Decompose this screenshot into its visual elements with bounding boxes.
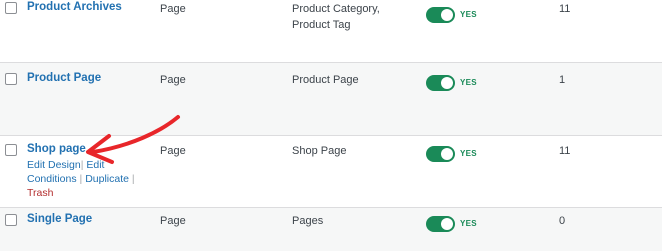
row-checkbox[interactable] (5, 144, 17, 156)
edit-design-link[interactable]: Edit Design (27, 159, 81, 171)
status-label: YES (460, 149, 477, 158)
table-row: Shop page Edit Design| Edit Conditions |… (0, 136, 662, 208)
table-row: Single Page Page Pages YES 0 (0, 208, 662, 251)
row-actions: Edit Design| Edit Conditions | Duplicate… (27, 158, 152, 200)
status-toggle[interactable] (426, 75, 455, 91)
conditions-cell: Product Page (292, 74, 359, 86)
type-cell: Page (160, 74, 186, 86)
status-toggle[interactable] (426, 146, 455, 162)
type-cell: Page (160, 3, 186, 15)
edit-conditions-link-part2[interactable]: Conditions (27, 173, 77, 185)
conditions-cell-line2: Product Tag (292, 19, 351, 31)
row-checkbox[interactable] (5, 214, 17, 226)
table-row: Product Archives Page Product Category, … (0, 0, 662, 63)
edit-conditions-link-part1[interactable]: Edit (86, 159, 104, 171)
status-label: YES (460, 219, 477, 228)
conditions-cell: Shop Page (292, 145, 347, 157)
table-row: Product Page Page Product Page YES 1 (0, 63, 662, 136)
trash-link[interactable]: Trash (27, 187, 53, 199)
template-title-link[interactable]: Product Page (27, 72, 101, 84)
template-title-link[interactable]: Product Archives (27, 1, 122, 13)
status-toggle[interactable] (426, 7, 455, 23)
type-cell: Page (160, 145, 186, 157)
row-checkbox[interactable] (5, 2, 17, 14)
conditions-cell: Pages (292, 215, 324, 227)
templates-table: Product Archives Page Product Category, … (0, 0, 662, 251)
duplicate-link[interactable]: Duplicate (85, 173, 129, 185)
count-cell: 11 (559, 145, 571, 157)
row-checkbox[interactable] (5, 73, 17, 85)
count-cell: 1 (559, 74, 566, 86)
template-title-link[interactable]: Shop page (27, 143, 86, 155)
template-title-link[interactable]: Single Page (27, 213, 92, 225)
type-cell: Page (160, 215, 186, 227)
separator: | (131, 173, 135, 185)
separator: | (80, 159, 84, 171)
count-cell: 0 (559, 215, 566, 227)
separator: | (79, 173, 83, 185)
status-label: YES (460, 78, 477, 87)
status-label: YES (460, 10, 477, 19)
status-toggle[interactable] (426, 216, 455, 232)
count-cell: 11 (559, 3, 571, 15)
conditions-cell-line1: Product Category, (292, 3, 380, 15)
